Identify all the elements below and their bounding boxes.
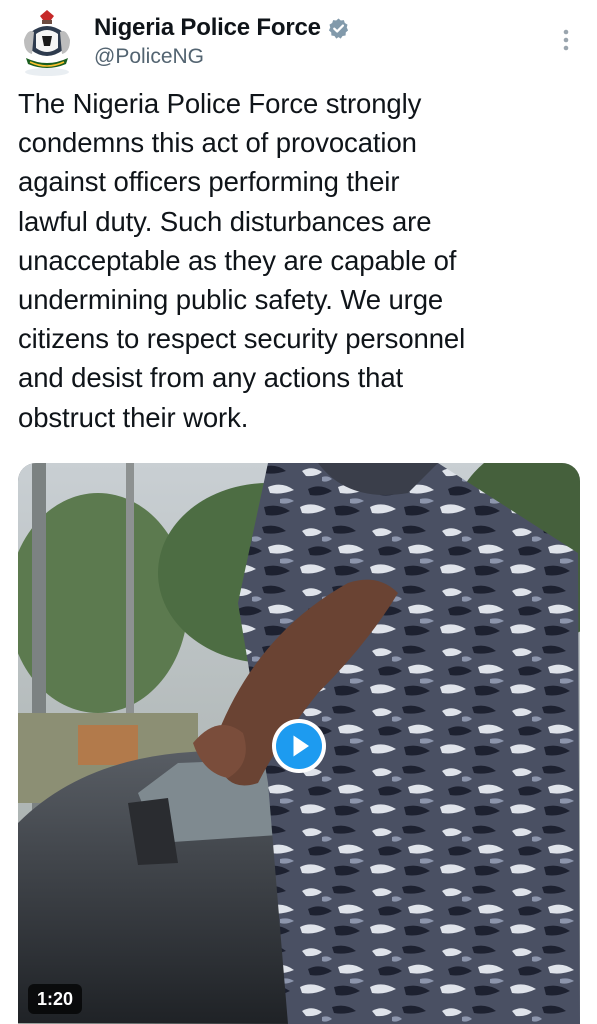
display-name-row: Nigeria Police Force [94, 14, 350, 42]
account-names: Nigeria Police Force @PoliceNG [94, 14, 350, 69]
video-duration: 1:20 [28, 984, 83, 1014]
display-name[interactable]: Nigeria Police Force [94, 14, 321, 42]
avatar[interactable] [18, 10, 76, 76]
account-handle[interactable]: @PoliceNG [94, 45, 350, 69]
tweet: Nigeria Police Force @PoliceNG The Niger… [0, 0, 597, 1024]
tweet-text: The Nigeria Police Force strongly condem… [18, 88, 466, 433]
play-button[interactable] [271, 718, 327, 774]
police-crest-icon [24, 10, 70, 76]
more-vertical-icon[interactable] [554, 26, 578, 54]
verified-badge-icon [327, 17, 350, 40]
tweet-header: Nigeria Police Force @PoliceNG [18, 10, 578, 80]
play-icon [272, 719, 326, 773]
